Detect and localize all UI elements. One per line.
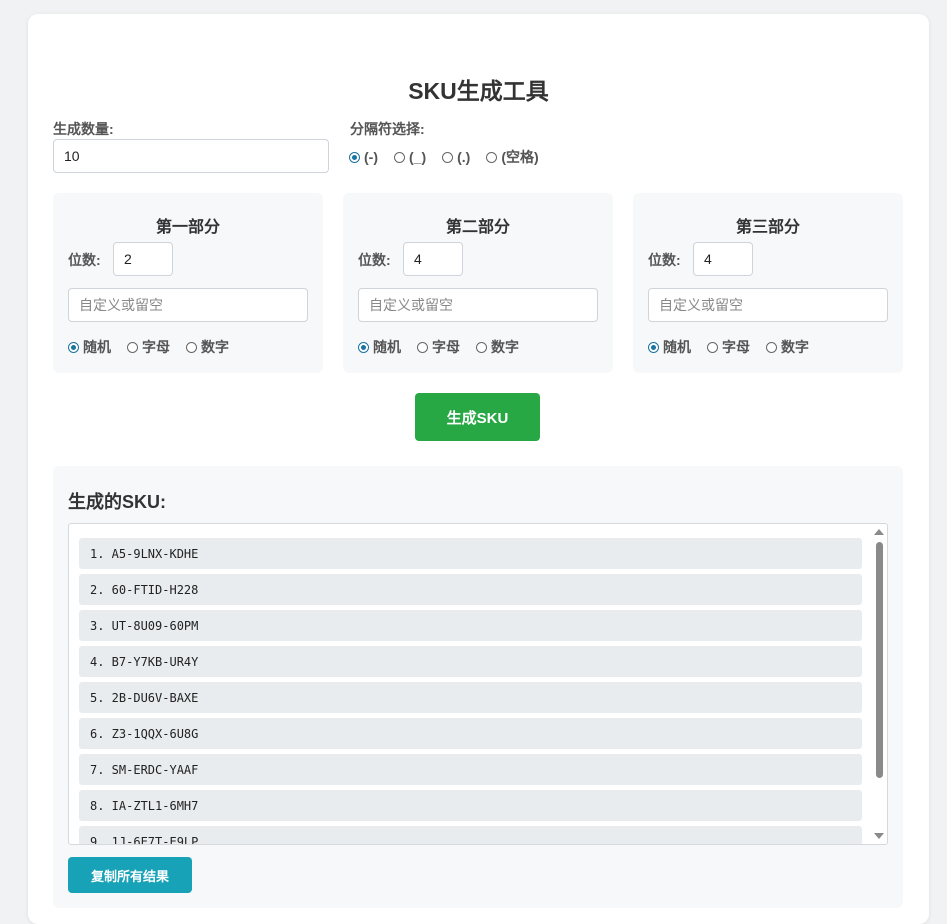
separator-option-dot[interactable]: (.) — [442, 149, 470, 165]
radio-icon[interactable] — [394, 151, 405, 163]
part-two-panel: 第二部分 位数: 4 自定义或留空 随机 字母 数字 — [343, 193, 613, 373]
digits-label: 位数: — [358, 252, 391, 268]
digits-input[interactable]: 4 — [693, 242, 753, 276]
list-item: 5. 2B-DU6V-BAXE — [79, 682, 862, 713]
generate-sku-button[interactable]: 生成SKU — [415, 393, 540, 441]
list-item: 9. 1J-6E7T-E9LP — [79, 826, 862, 844]
sku-list[interactable]: 1. A5-9LNX-KDHE 2. 60-FTID-H228 3. UT-8U… — [68, 523, 888, 845]
part-three-panel: 第三部分 位数: 4 自定义或留空 随机 字母 数字 — [633, 193, 903, 373]
type-options: 随机 字母 数字 — [358, 337, 535, 357]
separator-option-dash[interactable]: (-) — [349, 149, 378, 165]
digits-input[interactable]: 2 — [113, 242, 173, 276]
digits-label: 位数: — [648, 252, 681, 268]
list-item: 2. 60-FTID-H228 — [79, 574, 862, 605]
radio-icon[interactable] — [486, 151, 498, 163]
radio-icon[interactable] — [186, 341, 197, 353]
list-item: 4. B7-Y7KB-UR4Y — [79, 646, 862, 677]
quantity-value: 10 — [64, 148, 80, 164]
type-option-digits[interactable]: 数字 — [186, 337, 229, 357]
type-option-letters[interactable]: 字母 — [417, 337, 460, 357]
separator-option-space[interactable]: (空格) — [486, 147, 539, 167]
list-item: 7. SM-ERDC-YAAF — [79, 754, 862, 785]
type-options: 随机 字母 数字 — [648, 337, 825, 357]
type-option-random[interactable]: 随机 — [648, 337, 691, 357]
part-title: 第二部分 — [445, 219, 510, 236]
list-item: 3. UT-8U09-60PM — [79, 610, 862, 641]
custom-input[interactable]: 自定义或留空 — [648, 288, 888, 322]
quantity-label: 生成数量: — [53, 121, 114, 137]
scrollbar[interactable] — [871, 524, 887, 844]
scroll-up-icon[interactable] — [874, 529, 884, 535]
part-one-panel: 第一部分 位数: 2 自定义或留空 随机 字母 数字 — [53, 193, 323, 373]
digits-label: 位数: — [68, 252, 101, 268]
quantity-input[interactable]: 10 — [53, 139, 329, 173]
list-item: 1. A5-9LNX-KDHE — [79, 538, 862, 569]
separator-label: 分隔符选择: — [350, 121, 425, 137]
type-option-random[interactable]: 随机 — [358, 337, 401, 357]
radio-selected-icon[interactable] — [68, 341, 79, 353]
results-title: 生成的SKU: — [68, 492, 166, 512]
custom-input[interactable]: 自定义或留空 — [358, 288, 598, 322]
radio-icon[interactable] — [442, 151, 454, 163]
type-option-letters[interactable]: 字母 — [707, 337, 750, 357]
radio-icon[interactable] — [417, 341, 428, 353]
type-option-random[interactable]: 随机 — [68, 337, 111, 357]
scroll-thumb[interactable] — [876, 542, 883, 778]
separator-option-underscore[interactable]: (_) — [394, 149, 426, 165]
radio-selected-icon[interactable] — [648, 341, 659, 353]
list-item: 8. IA-ZTL1-6MH7 — [79, 790, 862, 821]
digits-input[interactable]: 4 — [403, 242, 463, 276]
type-option-digits[interactable]: 数字 — [476, 337, 519, 357]
radio-icon[interactable] — [127, 341, 138, 353]
type-option-letters[interactable]: 字母 — [127, 337, 170, 357]
radio-selected-icon[interactable] — [358, 341, 369, 353]
scroll-down-icon[interactable] — [874, 833, 884, 839]
type-option-digits[interactable]: 数字 — [766, 337, 809, 357]
custom-input[interactable]: 自定义或留空 — [68, 288, 308, 322]
radio-icon[interactable] — [766, 341, 777, 353]
type-options: 随机 字母 数字 — [68, 337, 245, 357]
radio-icon[interactable] — [707, 341, 718, 353]
part-title: 第一部分 — [155, 219, 220, 236]
sku-tool-card: SKU生成工具 生成数量: 10 分隔符选择: (-) (_) (.) (空格)… — [28, 14, 929, 924]
page-title: SKU生成工具 — [408, 78, 549, 104]
results-panel: 生成的SKU: 1. A5-9LNX-KDHE 2. 60-FTID-H228 … — [53, 466, 903, 908]
list-item: 6. Z3-1QQX-6U8G — [79, 718, 862, 749]
radio-selected-icon[interactable] — [349, 151, 360, 163]
part-title: 第三部分 — [735, 219, 800, 236]
separator-options: (-) (_) (.) (空格) — [349, 147, 555, 167]
copy-all-button[interactable]: 复制所有结果 — [68, 857, 192, 893]
radio-icon[interactable] — [476, 341, 487, 353]
